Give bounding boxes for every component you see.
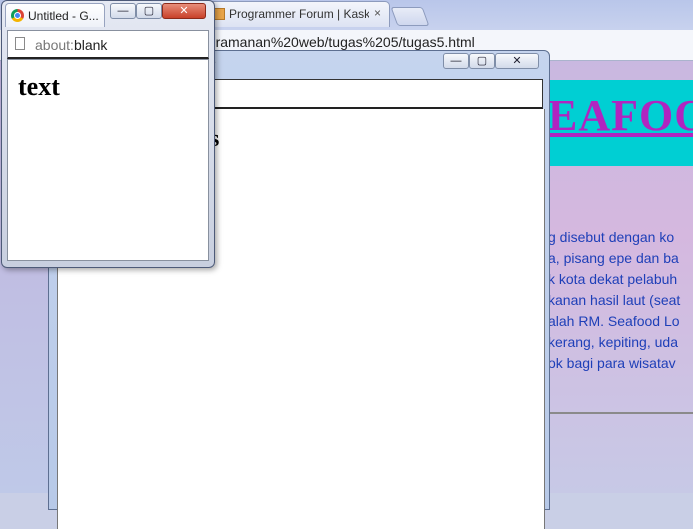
page-icon: [15, 37, 25, 50]
seafood-title: EAFOO: [548, 91, 693, 140]
minimize-button[interactable]: —: [110, 3, 136, 19]
article-text: g disebut dengan ko a, pisang epe dan ba…: [548, 227, 693, 374]
maximize-button[interactable]: ▢: [469, 53, 495, 69]
address-bar[interactable]: about:blank: [7, 30, 209, 59]
page-heading: text: [18, 72, 60, 101]
window-controls: — ▢ ✕: [110, 3, 210, 21]
tab-untitled[interactable]: Untitled - G...: [5, 3, 105, 27]
article-line: g disebut dengan ko: [548, 229, 675, 245]
minimize-button[interactable]: —: [443, 53, 469, 69]
maximize-button[interactable]: ▢: [136, 3, 162, 19]
divider: [545, 412, 693, 414]
article-line: alah RM. Seafood Lo: [548, 313, 680, 329]
tab-title: Programmer Forum | Kask: [229, 7, 369, 21]
tab-title: Untitled - G...: [28, 9, 99, 23]
article-line: kerang, kepiting, uda: [548, 334, 678, 350]
article-line: k kota dekat pelabuh: [548, 271, 678, 287]
tab-programmer-forum[interactable]: Programmer Forum | Kask ×: [204, 1, 390, 27]
page-content: text: [7, 59, 209, 261]
url-path: blank: [73, 37, 108, 53]
new-tab-button[interactable]: [390, 7, 430, 26]
article-line: ok bagi para wisatav: [548, 355, 676, 371]
close-button[interactable]: ✕: [495, 53, 539, 69]
url-scheme: about:: [35, 37, 74, 53]
window-controls: — ▢ ✕: [443, 53, 541, 71]
address-text: about:blank: [35, 37, 107, 53]
chrome-logo-icon: [11, 9, 24, 22]
tab-close-icon[interactable]: ×: [374, 6, 381, 20]
article-line: a, pisang epe dan ba: [548, 250, 679, 266]
background-address-bar[interactable]: ogramanan%20web/tugas%205/tugas5.html: [200, 34, 475, 50]
close-button[interactable]: ✕: [162, 3, 206, 19]
article-line: kanan hasil laut (seat: [548, 292, 681, 308]
popup-window-front[interactable]: Untitled - G... — ▢ ✕ about:blank text: [1, 0, 215, 268]
